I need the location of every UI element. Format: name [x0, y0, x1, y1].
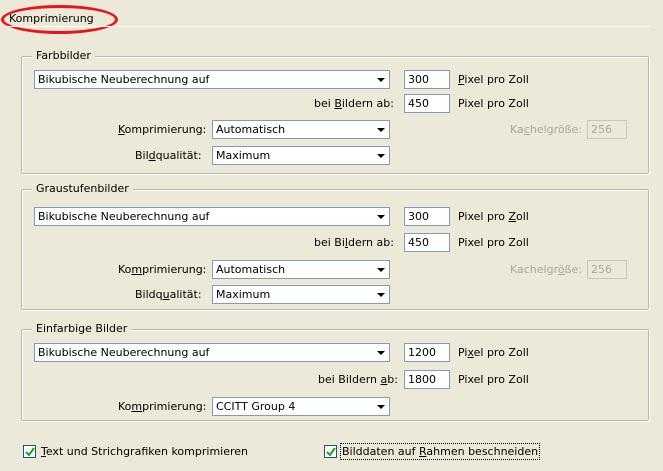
checkmark-icon	[25, 447, 35, 457]
color-downsample-value: Bikubische Neuberechnung auf	[38, 73, 210, 86]
title-highlight-oval	[1, 5, 118, 34]
monochrome-downsample-value: Bikubische Neuberechnung auf	[38, 346, 210, 359]
grayscale-quality-select[interactable]: Maximum	[212, 285, 390, 304]
checkmark-icon	[326, 447, 336, 457]
color-quality-value: Maximum	[216, 149, 271, 162]
color-ppi-value: 300	[408, 73, 429, 86]
grayscale-ppi-unit: Pixel pro Zoll	[458, 210, 529, 223]
grayscale-threshold-unit: Pixel pro Zoll	[458, 236, 529, 249]
monochrome-threshold-input[interactable]: 1800	[404, 370, 450, 389]
grayscale-compression-label: Komprimierung:	[118, 263, 207, 276]
grayscale-quality-value: Maximum	[216, 288, 271, 301]
grayscale-threshold-label: bei Bildern ab:	[314, 236, 394, 249]
color-ppi-unit: Pixel pro Zoll	[458, 73, 529, 86]
compress-text-checkbox[interactable]	[23, 445, 36, 458]
color-threshold-input[interactable]: 450	[404, 94, 450, 113]
color-quality-label: Bildqualität:	[135, 149, 202, 162]
chevron-down-icon[interactable]	[373, 287, 388, 302]
grayscale-threshold-value: 450	[408, 236, 429, 249]
color-threshold-value: 450	[408, 97, 429, 110]
color-compression-value: Automatisch	[216, 123, 286, 136]
grayscale-ppi-value: 300	[408, 210, 429, 223]
color-tile-size-label: Kachelgröße:	[510, 123, 583, 136]
monochrome-compression-label: Komprimierung:	[118, 400, 207, 413]
chevron-down-icon[interactable]	[373, 262, 388, 277]
crop-images-label[interactable]: Bilddaten auf Rahmen beschneiden	[340, 443, 541, 460]
monochrome-threshold-label: bei Bildern ab:	[318, 373, 398, 386]
color-threshold-unit: Pixel pro Zoll	[458, 97, 529, 110]
title-separator	[6, 26, 651, 27]
grayscale-tile-size-input[interactable]: 256	[587, 260, 627, 279]
chevron-down-icon[interactable]	[373, 209, 388, 224]
monochrome-downsample-select[interactable]: Bikubische Neuberechnung auf	[34, 343, 390, 362]
crop-images-checkbox[interactable]	[324, 445, 337, 458]
color-downsample-select[interactable]: Bikubische Neuberechnung auf	[34, 70, 390, 89]
monochrome-ppi-value: 1200	[408, 346, 436, 359]
chevron-down-icon[interactable]	[373, 345, 388, 360]
color-quality-select[interactable]: Maximum	[212, 146, 390, 165]
grayscale-threshold-input[interactable]: 450	[404, 233, 450, 252]
grayscale-compression-value: Automatisch	[216, 263, 286, 276]
grayscale-ppi-input[interactable]: 300	[404, 207, 450, 226]
grayscale-downsample-select[interactable]: Bikubische Neuberechnung auf	[34, 207, 390, 226]
color-images-legend: Farbbilder	[32, 49, 95, 62]
monochrome-compression-select[interactable]: CCITT Group 4	[212, 397, 390, 416]
monochrome-ppi-unit: Pixel pro Zoll	[458, 346, 529, 359]
chevron-down-icon[interactable]	[373, 122, 388, 137]
color-compression-label: Komprimierung:	[118, 123, 207, 136]
color-ppi-input[interactable]: 300	[404, 70, 450, 89]
grayscale-compression-select[interactable]: Automatisch	[212, 260, 390, 279]
monochrome-threshold-value: 1800	[408, 373, 436, 386]
color-tile-size-value: 256	[591, 123, 612, 136]
compress-text-label[interactable]: Text und Strichgrafiken komprimieren	[41, 445, 248, 458]
color-tile-size-input[interactable]: 256	[587, 120, 627, 139]
color-compression-select[interactable]: Automatisch	[212, 120, 390, 139]
monochrome-images-legend: Einfarbige Bilder	[32, 322, 132, 335]
chevron-down-icon[interactable]	[373, 148, 388, 163]
chevron-down-icon[interactable]	[373, 399, 388, 414]
grayscale-quality-label: Bildqualität:	[135, 288, 202, 301]
monochrome-compression-value: CCITT Group 4	[216, 400, 296, 413]
grayscale-tile-size-value: 256	[591, 263, 612, 276]
grayscale-downsample-value: Bikubische Neuberechnung auf	[38, 210, 210, 223]
grayscale-tile-size-label: Kachelgröße:	[510, 263, 583, 276]
grayscale-images-legend: Graustufenbilder	[32, 182, 133, 195]
monochrome-ppi-input[interactable]: 1200	[404, 343, 450, 362]
monochrome-threshold-unit: Pixel pro Zoll	[458, 373, 529, 386]
chevron-down-icon[interactable]	[373, 72, 388, 87]
color-threshold-label: bei Bildern ab:	[314, 97, 394, 110]
